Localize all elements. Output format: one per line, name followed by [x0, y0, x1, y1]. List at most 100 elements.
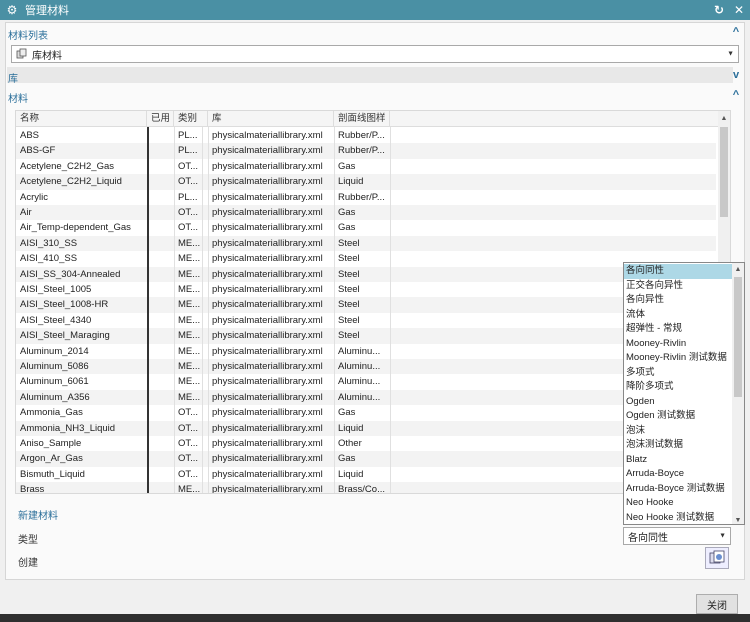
- table-row[interactable]: Aluminum_5086 ME... physicalmateriallibrar…: [16, 359, 716, 375]
- materials-section-bar[interactable]: [7, 87, 733, 101]
- table-row[interactable]: Acetylene_C2H2_Gas OT... physicalmateriall…: [16, 159, 716, 174]
- table-row[interactable]: Bismuth_Liquid OT... physicalmateriallibra…: [16, 467, 716, 482]
- library-combo[interactable]: 库材料 ▼: [11, 45, 739, 63]
- table-row[interactable]: Ammonia_Gas OT... physicalmateriallibrary.…: [16, 405, 716, 420]
- table-cell: Aniso_Sample: [20, 438, 82, 449]
- table-cell: AISI_310_SS: [20, 237, 78, 249]
- create-material-button[interactable]: [705, 547, 729, 569]
- type-dropdown-list[interactable]: 各向同性 正交各向异性 各向异性 流体 超弹性 - 常规 Mooney-Rivlin Moo…: [623, 262, 745, 525]
- table-row[interactable]: AISI_SS_304-Annealed ME... physicalmateria…: [16, 266, 716, 282]
- library-combo-value: 库材料: [32, 50, 62, 62]
- table-cell: Gas: [338, 160, 356, 172]
- table-cell: physicalmateriallibrary.xml: [212, 438, 323, 449]
- chevron-up-icon[interactable]: ^: [730, 26, 742, 38]
- dropdown-option[interactable]: 降阶多项式: [624, 380, 732, 395]
- table-row[interactable]: Ammonia_NH3_Liquid OT... physicalmateriall…: [16, 420, 716, 436]
- table-row[interactable]: Aniso_Sample OT... physicalmateriallibrary…: [16, 436, 716, 451]
- chevron-up-icon[interactable]: ^: [730, 89, 742, 101]
- column-header-name[interactable]: 名称: [16, 111, 147, 127]
- table-cell: AISI_410_SS: [20, 253, 78, 265]
- dropdown-option[interactable]: Neo Hooke 测试数据: [624, 511, 732, 525]
- table-cell: physicalmateriallibrary.xml: [212, 253, 323, 265]
- table-cell: Air_Temp-dependent_Gas: [20, 222, 131, 234]
- table-cell: physicalmateriallibrary.xml: [212, 484, 323, 494]
- table-row[interactable]: Aluminum_6061 ME... physicalmateriallibrar…: [16, 374, 716, 389]
- table-cell: physicalmateriallibrary.xml: [212, 376, 323, 388]
- table-cell: [151, 436, 173, 451]
- dropdown-option[interactable]: 各向同性: [624, 264, 732, 279]
- column-header-category[interactable]: 类别: [174, 111, 208, 127]
- dropdown-option[interactable]: 超弹性 - 常规: [624, 322, 732, 337]
- chevron-down-icon[interactable]: v: [730, 69, 742, 81]
- column-header-library[interactable]: 库: [208, 111, 334, 127]
- scroll-thumb[interactable]: [734, 277, 742, 397]
- table-cell: [151, 128, 173, 143]
- table-cell: ABS-GF: [20, 145, 56, 157]
- column-header-hatch[interactable]: 剖面线图样: [334, 111, 390, 127]
- scroll-up-icon[interactable]: ▲: [732, 263, 744, 275]
- table-cell: [151, 159, 173, 174]
- table-row[interactable]: AISI_Steel_4340 ME... physicalmateriallibr…: [16, 313, 716, 328]
- type-select-value: 各向同性: [628, 532, 668, 544]
- dropdown-option[interactable]: 泡沫: [624, 424, 732, 439]
- table-header: 名称 已用 类别 库 剖面线图样: [16, 111, 730, 127]
- dropdown-option[interactable]: Arruda-Boyce: [624, 467, 732, 482]
- library-section-bar[interactable]: [7, 67, 733, 83]
- dropdown-option[interactable]: 泡沫测试数据: [624, 438, 732, 453]
- scroll-thumb[interactable]: [720, 127, 728, 217]
- table-cell: physicalmateriallibrary.xml: [212, 284, 323, 295]
- table-cell: physicalmateriallibrary.xml: [212, 407, 323, 419]
- dropdown-option[interactable]: 各向异性: [624, 293, 732, 308]
- column-divider: [147, 127, 149, 493]
- table-cell: [151, 174, 173, 189]
- table-row[interactable]: AISI_Steel_1008-HR ME... physicalmateriall…: [16, 297, 716, 313]
- dropdown-option[interactable]: 流体: [624, 308, 732, 323]
- table-cell: physicalmateriallibrary.xml: [212, 268, 323, 280]
- dropdown-option[interactable]: Arruda-Boyce 测试数据: [624, 482, 732, 497]
- table-row[interactable]: AISI_410_SS ME... physicalmateriallibrary.…: [16, 251, 716, 266]
- table-cell: physicalmateriallibrary.xml: [212, 191, 323, 203]
- table-row[interactable]: AISI_Steel_Maraging ME... physicalmaterial…: [16, 328, 716, 344]
- footer: [0, 580, 750, 614]
- table-cell: [151, 405, 173, 420]
- table-row[interactable]: Acrylic PL... physicalmateriallibrary.xml R…: [16, 190, 716, 205]
- dropdown-option[interactable]: Ogden 测试数据: [624, 409, 732, 424]
- table-row[interactable]: AISI_310_SS ME... physicalmateriallibrary.…: [16, 235, 716, 252]
- table-row[interactable]: Argon_Ar_Gas OT... physicalmateriallibrary…: [16, 451, 716, 467]
- table-cell: [151, 220, 173, 235]
- dropdown-option[interactable]: Mooney-Rivlin 测试数据: [624, 351, 732, 366]
- scroll-up-icon[interactable]: ▲: [718, 111, 730, 125]
- gear-icon[interactable]: ⚙: [5, 3, 19, 17]
- table-row[interactable]: Brass ME... physicalmateriallibrary.xml Bra…: [16, 482, 716, 494]
- table-row[interactable]: AISI_Steel_1005 ME... physicalmateriallibr…: [16, 282, 716, 297]
- table-cell: Bismuth_Liquid: [20, 468, 85, 480]
- table-cell: [151, 390, 173, 405]
- dropdown-option[interactable]: 正交各向异性: [624, 279, 732, 294]
- table-cell: AISI_SS_304-Annealed: [20, 268, 121, 280]
- column-divider: [390, 127, 391, 493]
- table-cell: Aluminum_6061: [20, 376, 89, 388]
- dropdown-option[interactable]: Neo Hooke: [624, 496, 732, 511]
- table-row[interactable]: ABS PL... physicalmateriallibrary.xml Rubbe…: [16, 128, 716, 143]
- table-cell: Aluminum_5086: [20, 361, 89, 372]
- table-row[interactable]: Air OT... physicalmateriallibrary.xml Gas: [16, 205, 716, 221]
- dropdown-option[interactable]: 多项式: [624, 366, 732, 381]
- dropdown-option[interactable]: Mooney-Rivlin: [624, 337, 732, 352]
- table-cell: Aluminu...: [338, 361, 381, 372]
- dropdown-scrollbar[interactable]: ▲ ▼: [732, 263, 744, 524]
- column-header-used[interactable]: 已用: [147, 111, 174, 127]
- type-select[interactable]: 各向同性 ▼: [623, 527, 731, 545]
- table-row[interactable]: Acetylene_C2H2_Liquid OT... physicalmateri…: [16, 174, 716, 190]
- dropdown-option[interactable]: Blatz: [624, 453, 732, 468]
- table-row[interactable]: ABS-GF PL... physicalmateriallibrary.xml Ru…: [16, 143, 716, 159]
- table-row[interactable]: Aluminum_A356 ME... physicalmateriallibrar…: [16, 389, 716, 406]
- table-row[interactable]: Air_Temp-dependent_Gas OT... physicalmater…: [16, 220, 716, 235]
- scroll-down-icon[interactable]: ▼: [732, 514, 744, 524]
- table-row[interactable]: Aluminum_2014 ME... physicalmateriallibrar…: [16, 344, 716, 359]
- close-icon[interactable]: ✕: [732, 2, 746, 18]
- close-button[interactable]: 关闭: [696, 594, 738, 614]
- dropdown-option[interactable]: Ogden: [624, 395, 732, 410]
- table-cell: [151, 467, 173, 482]
- table-cell: physicalmateriallibrary.xml: [212, 160, 323, 172]
- reset-icon[interactable]: ↻: [712, 2, 726, 18]
